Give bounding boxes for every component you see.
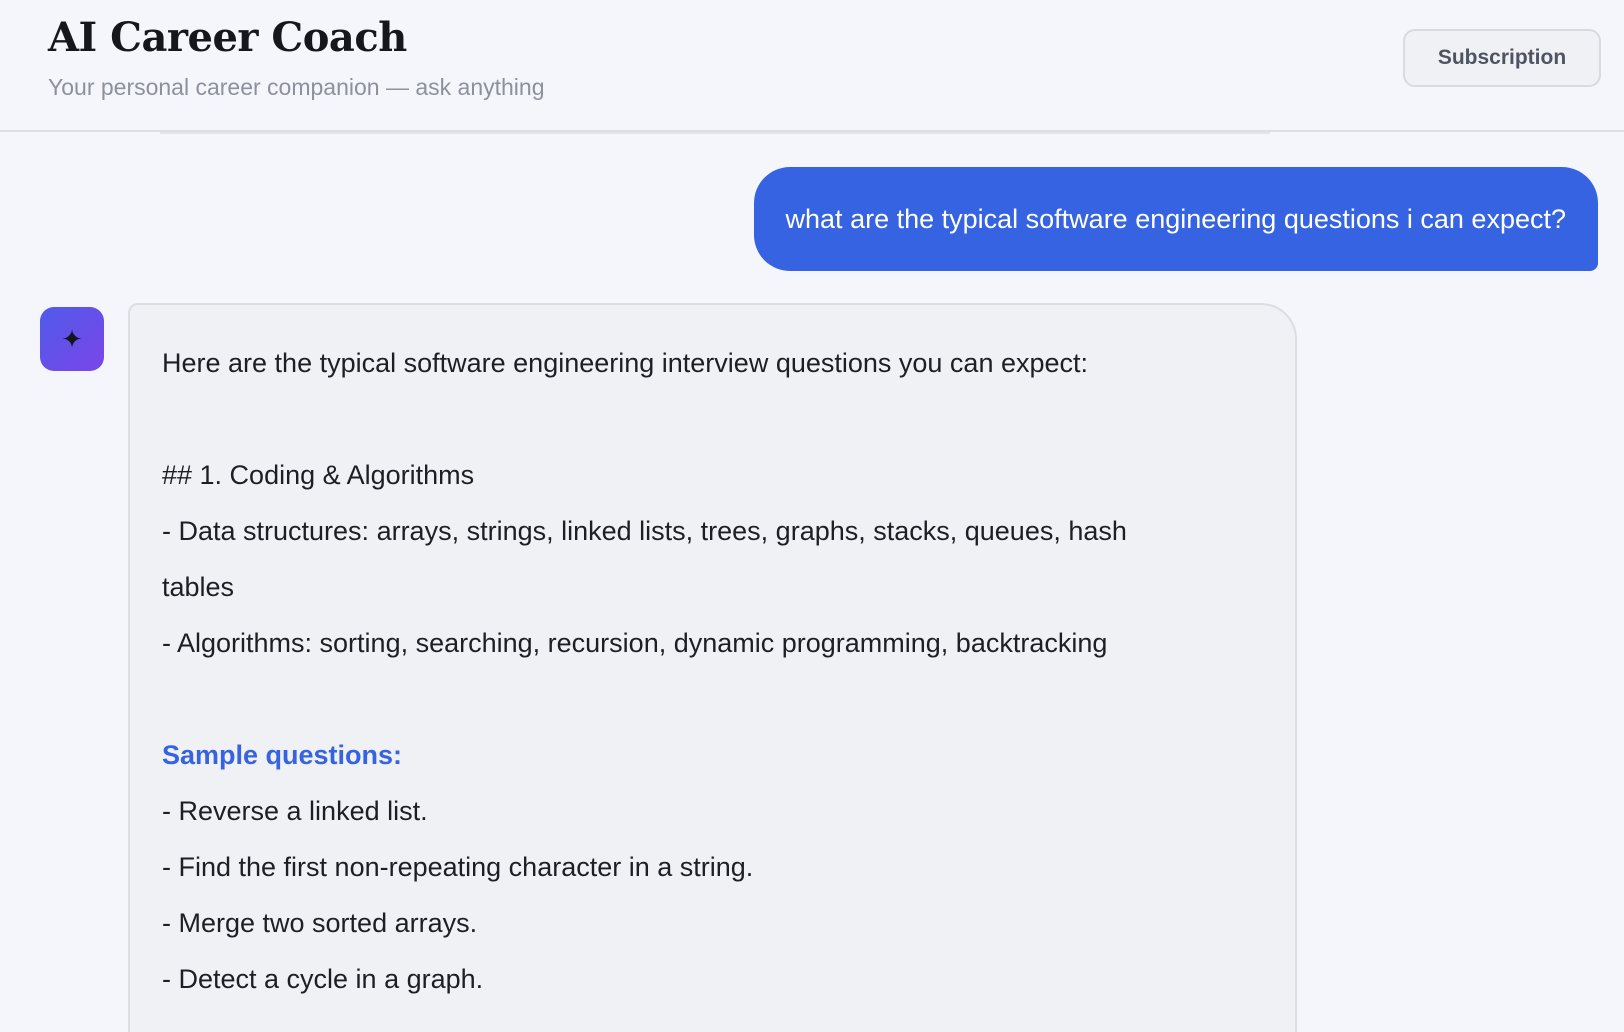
section-heading: ## 1. Coding & Algorithms <box>162 460 475 490</box>
bullet-item-continuation: tables <box>162 572 235 602</box>
app-header: AI Career Coach Your personal career com… <box>0 0 1624 132</box>
assistant-message-bubble: Here are the typical software engineerin… <box>128 303 1297 1032</box>
bullet-item: - Merge two sorted arrays. <box>162 908 478 938</box>
bullet-item: - Data structures: arrays, strings, link… <box>162 516 1127 546</box>
subscription-button[interactable]: Subscription <box>1403 29 1601 87</box>
assistant-blank-line <box>162 391 1263 447</box>
sparkle-icon: ✦ <box>61 323 83 354</box>
user-message-bubble: what are the typical software engineerin… <box>753 167 1598 271</box>
assistant-avatar: ✦ <box>40 307 104 371</box>
assistant-text-line: Here are the typical software engineerin… <box>162 348 1089 378</box>
chat-thread[interactable]: what are the typical software engineerin… <box>0 134 1624 1032</box>
bullet-item: - Detect a cycle in a graph. <box>162 964 484 994</box>
bullet-item: - Find the first non-repeating character… <box>162 852 754 882</box>
app-subtitle: Your personal career companion — ask any… <box>48 74 545 100</box>
bullet-item: - Algorithms: sorting, searching, recurs… <box>162 628 1108 658</box>
assistant-blank-line <box>162 671 1263 727</box>
bullet-item: - Reverse a linked list. <box>162 796 428 826</box>
sample-questions-heading: Sample questions: <box>162 740 403 770</box>
app-title: AI Career Coach <box>48 14 407 61</box>
